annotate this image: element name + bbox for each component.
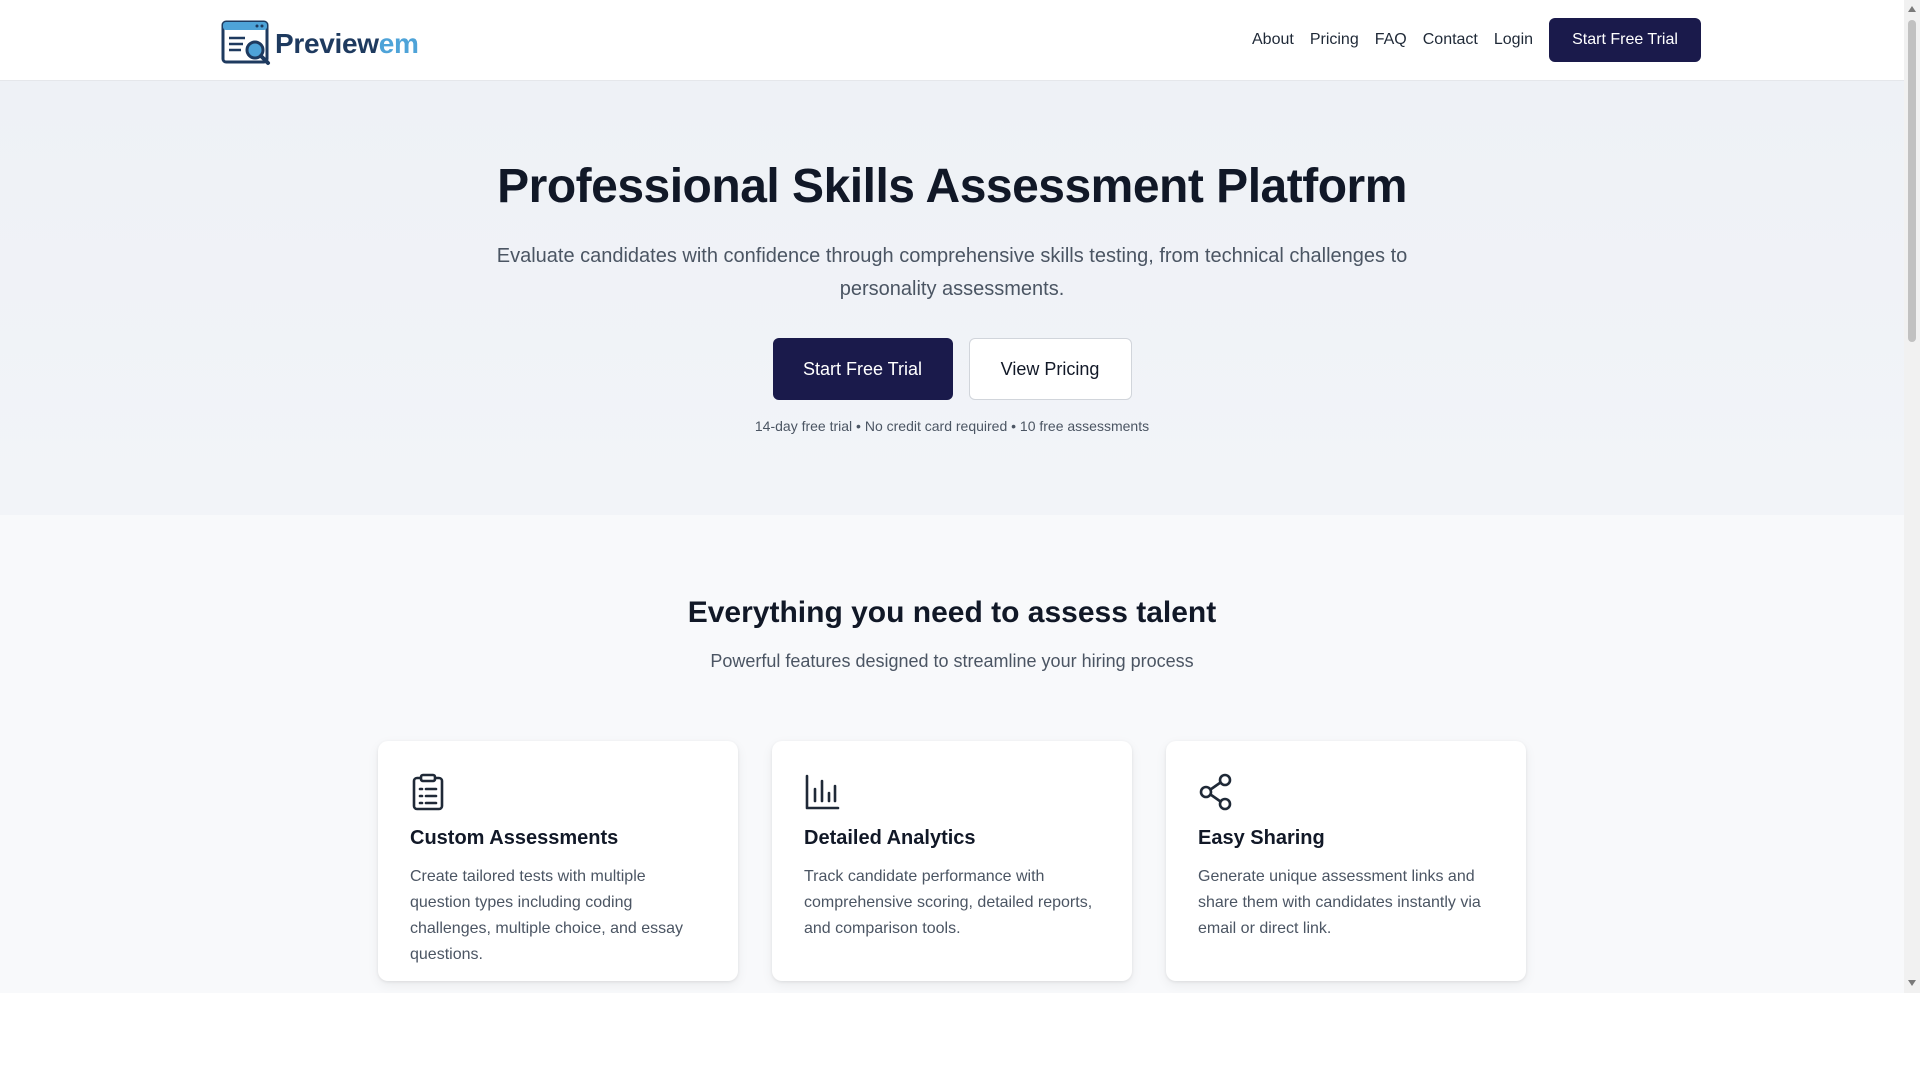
logo-text: Previewem (275, 28, 419, 60)
nav-pricing[interactable]: Pricing (1310, 31, 1359, 49)
card-title: Custom Assessments (410, 827, 619, 849)
logo-text-primary: Preview (275, 28, 379, 59)
nav-login[interactable]: Login (1494, 31, 1533, 49)
hero-view-pricing-button[interactable]: View Pricing (968, 338, 1132, 400)
logo-browser-magnifier-icon (221, 20, 270, 65)
scroll-thumb[interactable] (1908, 20, 1916, 342)
scroll-down-arrow-icon[interactable] (1908, 980, 1916, 986)
hero-subtitle: Evaluate candidates with confidence thro… (496, 245, 1408, 300)
features-subtitle: Powerful features designed to streamline… (710, 651, 1194, 671)
feature-card-detailed-analytics: Detailed Analytics Track candidate perfo… (772, 741, 1132, 981)
share-icon (1199, 773, 1232, 811)
logo-text-accent: em (378, 28, 419, 59)
page-viewport: Previewem About Pricing FAQ Contact Logi… (0, 0, 1904, 993)
nav-contact[interactable]: Contact (1423, 31, 1478, 49)
hero-trial-note: 14-day free trial • No credit card requi… (754, 418, 1150, 434)
hero-buttons: Start Free Trial View Pricing (0, 338, 1904, 400)
clipboard-list-icon (412, 773, 444, 811)
card-title: Easy Sharing (1198, 827, 1325, 849)
header-start-trial-button[interactable]: Start Free Trial (1549, 18, 1702, 62)
nav-faq[interactable]: FAQ (1375, 31, 1407, 49)
hero-title: Professional Skills Assessment Platform (497, 160, 1407, 213)
features-title: Everything you need to assess talent (687, 596, 1217, 629)
hero-start-trial-button[interactable]: Start Free Trial (772, 338, 953, 400)
hero-section: Professional Skills Assessment Platform … (0, 81, 1904, 515)
site-header: Previewem About Pricing FAQ Contact Logi… (0, 0, 1904, 81)
card-title: Detailed Analytics (804, 827, 976, 849)
nav-about[interactable]: About (1252, 31, 1294, 49)
main-nav: About Pricing FAQ Contact Login Start Fr… (1252, 18, 1702, 62)
bar-chart-icon (805, 774, 840, 810)
card-description: Create tailored tests with multiple ques… (410, 868, 684, 963)
logo[interactable]: Previewem (221, 20, 419, 68)
feature-card-custom-assessments: Custom Assessments Create tailored tests… (378, 741, 738, 981)
card-description: Track candidate performance with compreh… (804, 868, 1093, 937)
card-description: Generate unique assessment links and sha… (1198, 868, 1481, 937)
scroll-up-arrow-icon[interactable] (1908, 6, 1916, 12)
feature-cards: Custom Assessments Create tailored tests… (378, 741, 1526, 981)
feature-card-easy-sharing: Easy Sharing Generate unique assessment … (1166, 741, 1526, 981)
page-scrollbar[interactable] (1904, 0, 1920, 993)
